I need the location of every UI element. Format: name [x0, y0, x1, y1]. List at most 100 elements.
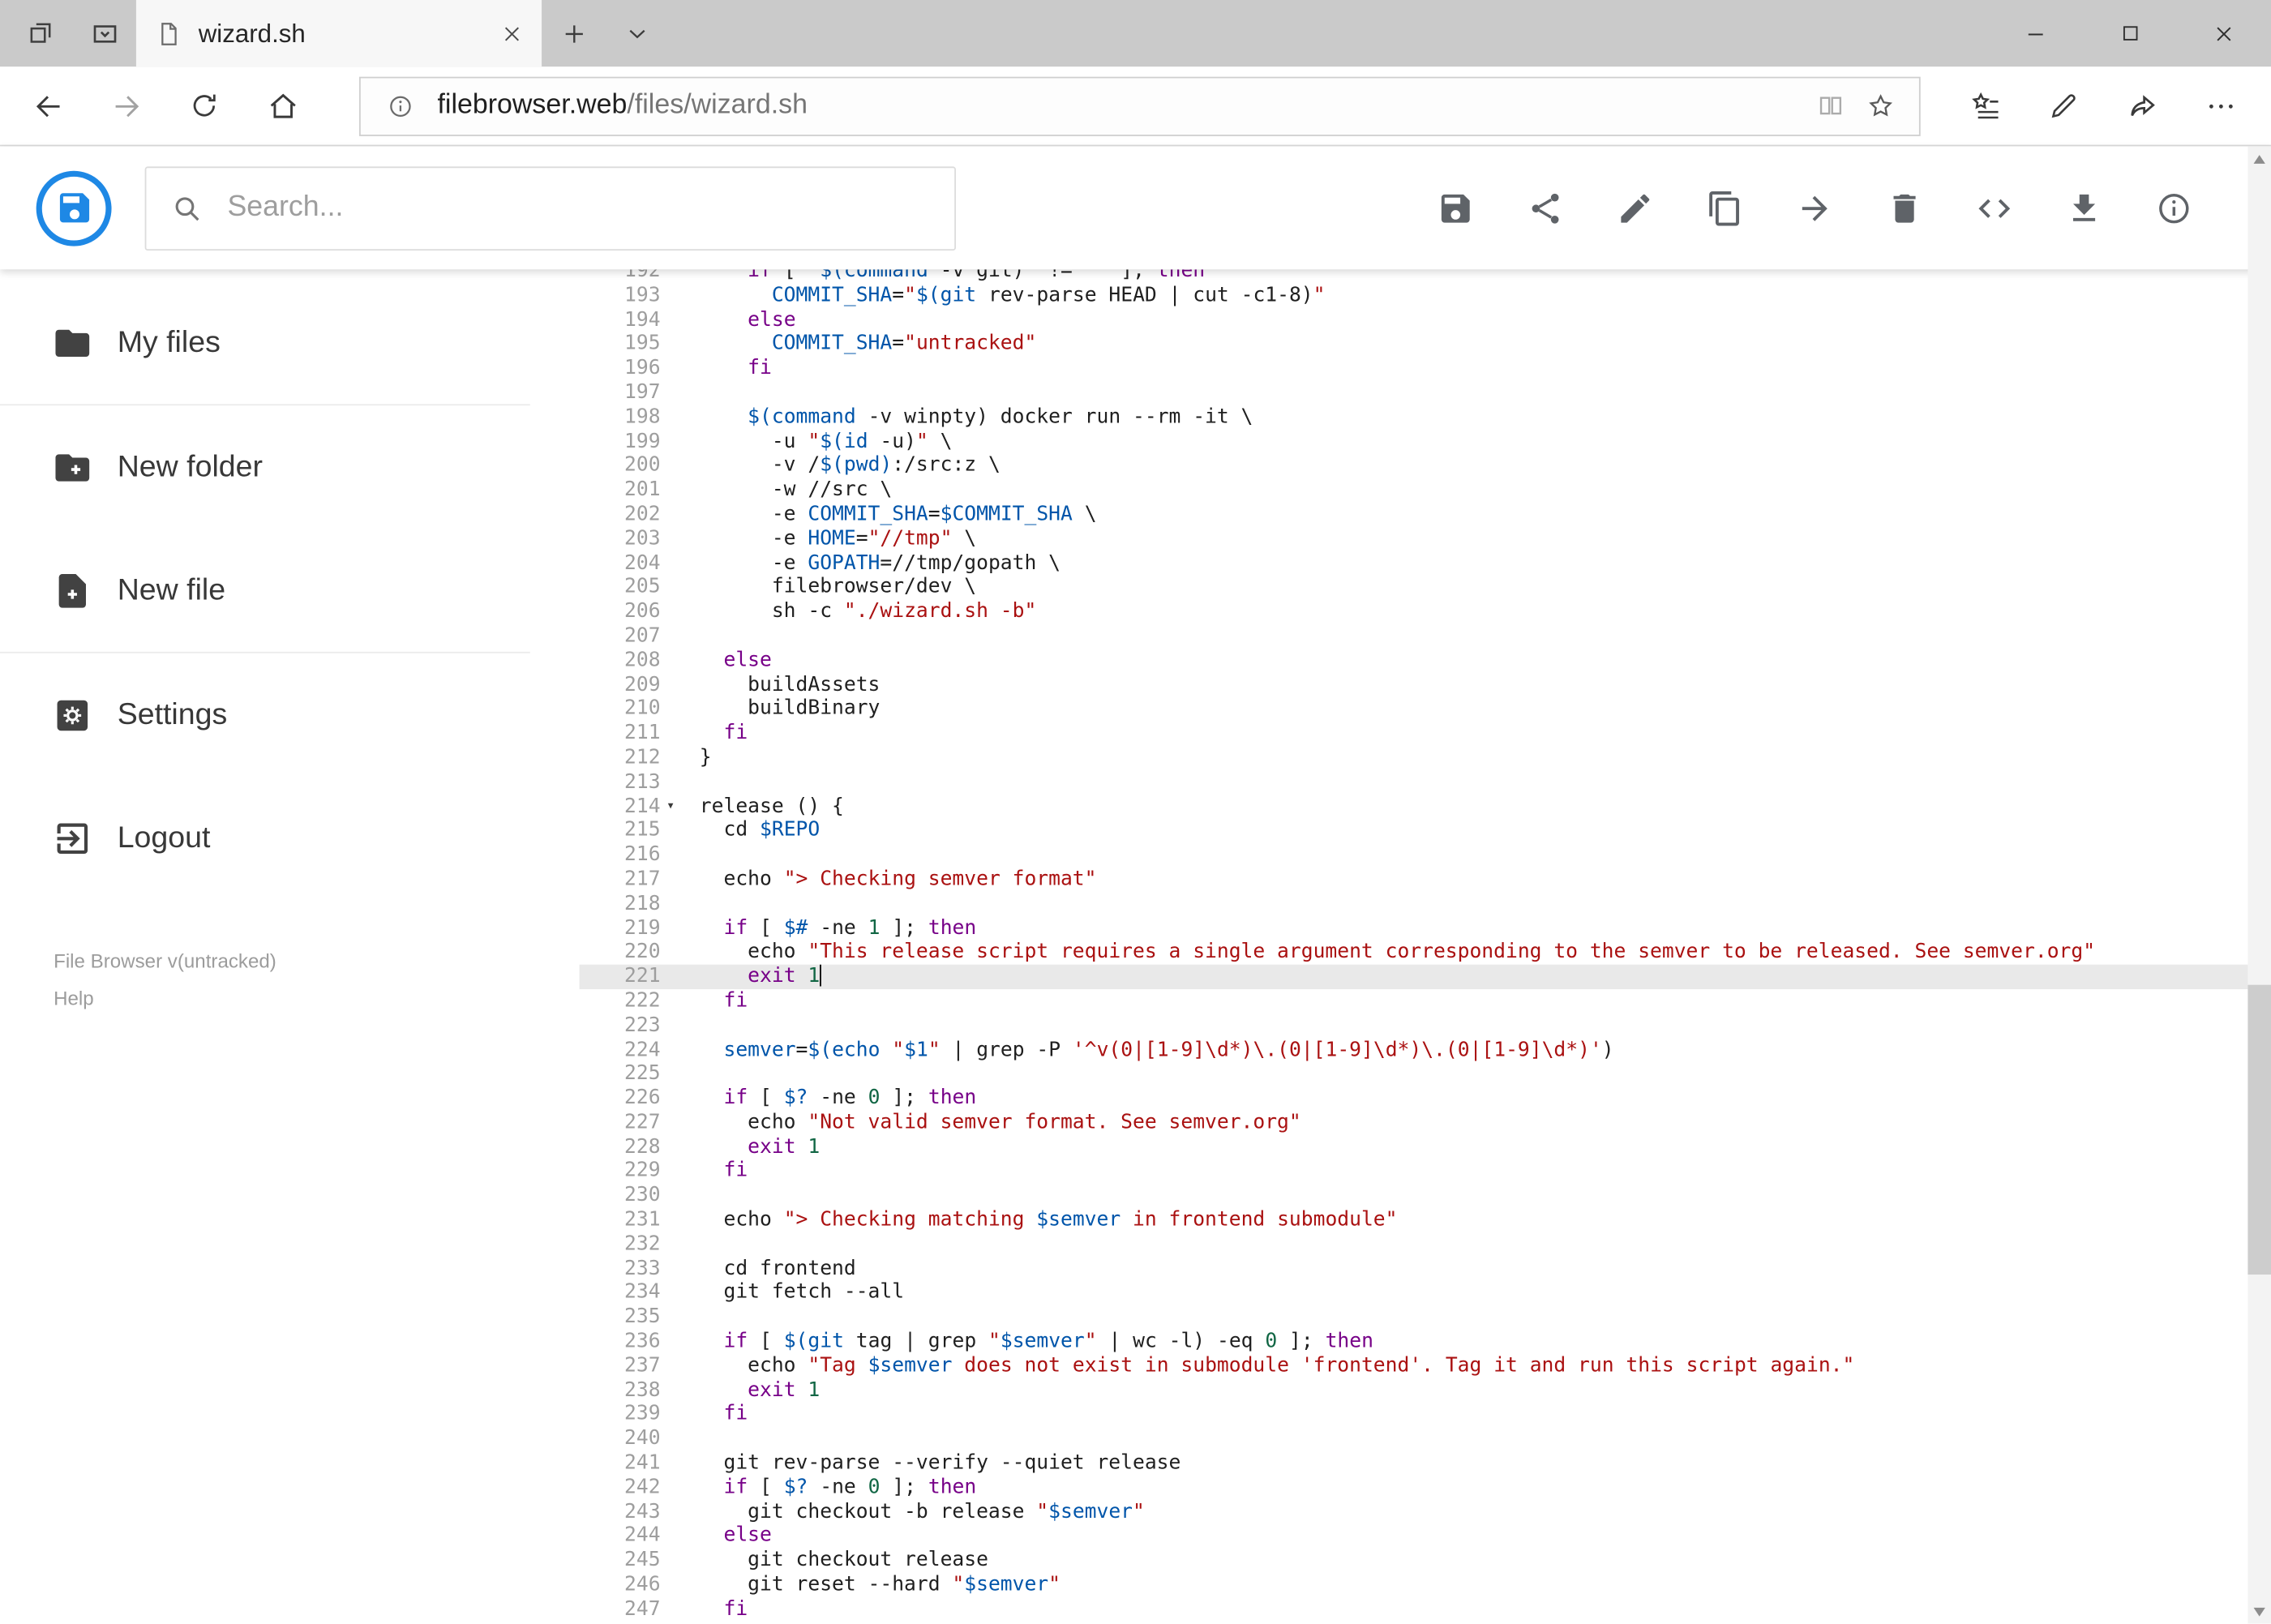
reading-view-button[interactable]: [1806, 81, 1856, 131]
code-line[interactable]: 243 git checkout -b release "$semver": [580, 1500, 2248, 1524]
code-line[interactable]: 192 if [ "$(command -v git)" != "" ]; th…: [580, 269, 2248, 284]
code-line[interactable]: 237 echo "Tag $semver does not exist in …: [580, 1354, 2248, 1378]
tab-list-chevron-button[interactable]: [606, 0, 670, 66]
code-line[interactable]: 222 fi: [580, 989, 2248, 1013]
home-button[interactable]: [243, 72, 321, 139]
code-line[interactable]: 233 cd frontend: [580, 1257, 2248, 1281]
scroll-up-arrow[interactable]: [2247, 146, 2271, 170]
code-line[interactable]: 221 exit 1: [579, 964, 2248, 989]
scrollbar-thumb[interactable]: [2247, 984, 2271, 1275]
code-line[interactable]: 199 -u "$(id -u)" \: [580, 430, 2248, 454]
code-line[interactable]: 194 else: [580, 308, 2248, 332]
code-line[interactable]: 212}: [580, 746, 2248, 770]
maximize-button[interactable]: [2083, 0, 2177, 66]
code-line[interactable]: 226 if [ $? -ne 0 ]; then: [580, 1086, 2248, 1111]
code-line[interactable]: 217 echo "> Checking semver format": [580, 868, 2248, 892]
tab-close-icon[interactable]: [492, 15, 529, 52]
code-line[interactable]: 238 exit 1: [580, 1378, 2248, 1403]
code-line[interactable]: 196 fi: [580, 357, 2248, 381]
code-line[interactable]: 193 COMMIT_SHA="$(git rev-parse HEAD | c…: [580, 284, 2248, 308]
sidebar-item-settings[interactable]: Settings: [0, 653, 580, 777]
code-line[interactable]: 198 $(command -v winpty) docker run --rm…: [580, 405, 2248, 430]
set-aside-tabs-button[interactable]: [9, 0, 73, 66]
vertical-scrollbar[interactable]: [2247, 146, 2271, 1624]
code-line[interactable]: 197: [580, 381, 2248, 405]
code-line[interactable]: 200 -v /$(pwd):/src:z \: [580, 454, 2248, 478]
code-line[interactable]: 241 git rev-parse --verify --quiet relea…: [580, 1451, 2248, 1476]
code-line[interactable]: 223: [580, 1013, 2248, 1038]
sidebar-item-logout[interactable]: Logout: [0, 776, 580, 899]
annotate-button[interactable]: [2025, 72, 2102, 139]
forward-button[interactable]: [87, 72, 165, 139]
minimize-button[interactable]: [1989, 0, 2083, 66]
code-line[interactable]: 225: [580, 1062, 2248, 1086]
code-line[interactable]: 207: [580, 624, 2248, 649]
close-window-button[interactable]: [2177, 0, 2271, 66]
code-line[interactable]: 220 echo "This release script requires a…: [580, 941, 2248, 965]
code-line[interactable]: 232: [580, 1232, 2248, 1257]
code-editor[interactable]: 192 if [ "$(command -v git)" != "" ]; th…: [579, 269, 2271, 1624]
download-button[interactable]: [2065, 189, 2102, 226]
code-line[interactable]: 231 echo "> Checking matching $semver in…: [580, 1208, 2248, 1232]
code-line[interactable]: 195 COMMIT_SHA="untracked": [580, 332, 2248, 357]
fold-marker-icon[interactable]: ▾: [661, 795, 681, 819]
help-link[interactable]: Help: [54, 980, 579, 1018]
code-line[interactable]: 216: [580, 843, 2248, 868]
code-line[interactable]: 244 else: [580, 1524, 2248, 1549]
code-line[interactable]: 201 -w //src \: [580, 478, 2248, 503]
edit-button[interactable]: [1617, 189, 1654, 226]
address-bar[interactable]: filebrowser.web/files/wizard.sh: [359, 75, 1921, 136]
save-button[interactable]: [1437, 189, 1474, 226]
browser-tab[interactable]: wizard.sh: [135, 0, 542, 67]
code-line[interactable]: 242 if [ $? -ne 0 ]; then: [580, 1476, 2248, 1500]
code-line[interactable]: 204 -e GOPATH=//tmp/gopath \: [580, 551, 2248, 576]
code-line[interactable]: 239 fi: [580, 1403, 2248, 1427]
code-line[interactable]: 236 if [ $(git tag | grep "$semver" | wc…: [580, 1330, 2248, 1354]
search-bar[interactable]: [144, 165, 956, 251]
code-line[interactable]: 209 buildAssets: [580, 673, 2248, 697]
info-button[interactable]: [2155, 189, 2192, 226]
code-line[interactable]: 230: [580, 1184, 2248, 1208]
share-button[interactable]: [1527, 189, 1564, 226]
delete-button[interactable]: [1886, 189, 1923, 226]
add-favorite-button[interactable]: [1855, 81, 1905, 131]
search-input[interactable]: [224, 190, 930, 226]
code-line[interactable]: 234 git fetch --all: [580, 1281, 2248, 1305]
scroll-down-arrow[interactable]: [2247, 1600, 2271, 1624]
new-tab-button[interactable]: [542, 0, 606, 66]
code-line[interactable]: 213: [580, 770, 2248, 795]
tab-preview-button[interactable]: [72, 0, 136, 66]
code-line[interactable]: 210 buildBinary: [580, 697, 2248, 722]
code-line[interactable]: 229 fi: [580, 1159, 2248, 1184]
code-line[interactable]: 245 git checkout release: [580, 1549, 2248, 1573]
code-line[interactable]: 228 exit 1: [580, 1135, 2248, 1159]
sidebar-item-my-files[interactable]: My files: [0, 281, 580, 405]
code-line[interactable]: 206 sh -c "./wizard.sh -b": [580, 600, 2248, 624]
code-line[interactable]: 224 semver=$(echo "$1" | grep -P '^v(0|[…: [580, 1038, 2248, 1062]
code-line[interactable]: 203 -e HOME="//tmp" \: [580, 527, 2248, 551]
code-line[interactable]: 214 ▾ release () {: [580, 795, 2248, 819]
back-button[interactable]: [9, 72, 87, 139]
code-line[interactable]: 218: [580, 892, 2248, 916]
code-view-button[interactable]: [1976, 189, 2013, 226]
share-page-button[interactable]: [2103, 72, 2181, 139]
hub-favorites-button[interactable]: [1947, 72, 2025, 139]
code-line[interactable]: 208 else: [580, 649, 2248, 673]
copy-button[interactable]: [1706, 189, 1743, 226]
code-line[interactable]: 202 -e COMMIT_SHA=$COMMIT_SHA \: [580, 503, 2248, 527]
sidebar-item-new-folder[interactable]: New folder: [0, 405, 580, 529]
code-line[interactable]: 205 filebrowser/dev \: [580, 576, 2248, 600]
refresh-button[interactable]: [165, 72, 243, 139]
code-line[interactable]: 235: [580, 1305, 2248, 1330]
code-line[interactable]: 215 cd $REPO: [580, 819, 2248, 843]
move-button[interactable]: [1796, 189, 1833, 226]
code-line[interactable]: 240: [580, 1427, 2248, 1451]
more-options-button[interactable]: [2181, 72, 2259, 139]
code-line[interactable]: 219 if [ $# -ne 1 ]; then: [580, 916, 2248, 941]
code-line[interactable]: 211 fi: [580, 722, 2248, 746]
code-line[interactable]: 247 fi: [580, 1597, 2248, 1622]
code-line[interactable]: 227 echo "Not valid semver format. See s…: [580, 1111, 2248, 1135]
code-line[interactable]: 246 git reset --hard "$semver": [580, 1573, 2248, 1597]
sidebar-item-new-file[interactable]: New file: [0, 529, 580, 652]
site-info-button[interactable]: [375, 81, 425, 131]
